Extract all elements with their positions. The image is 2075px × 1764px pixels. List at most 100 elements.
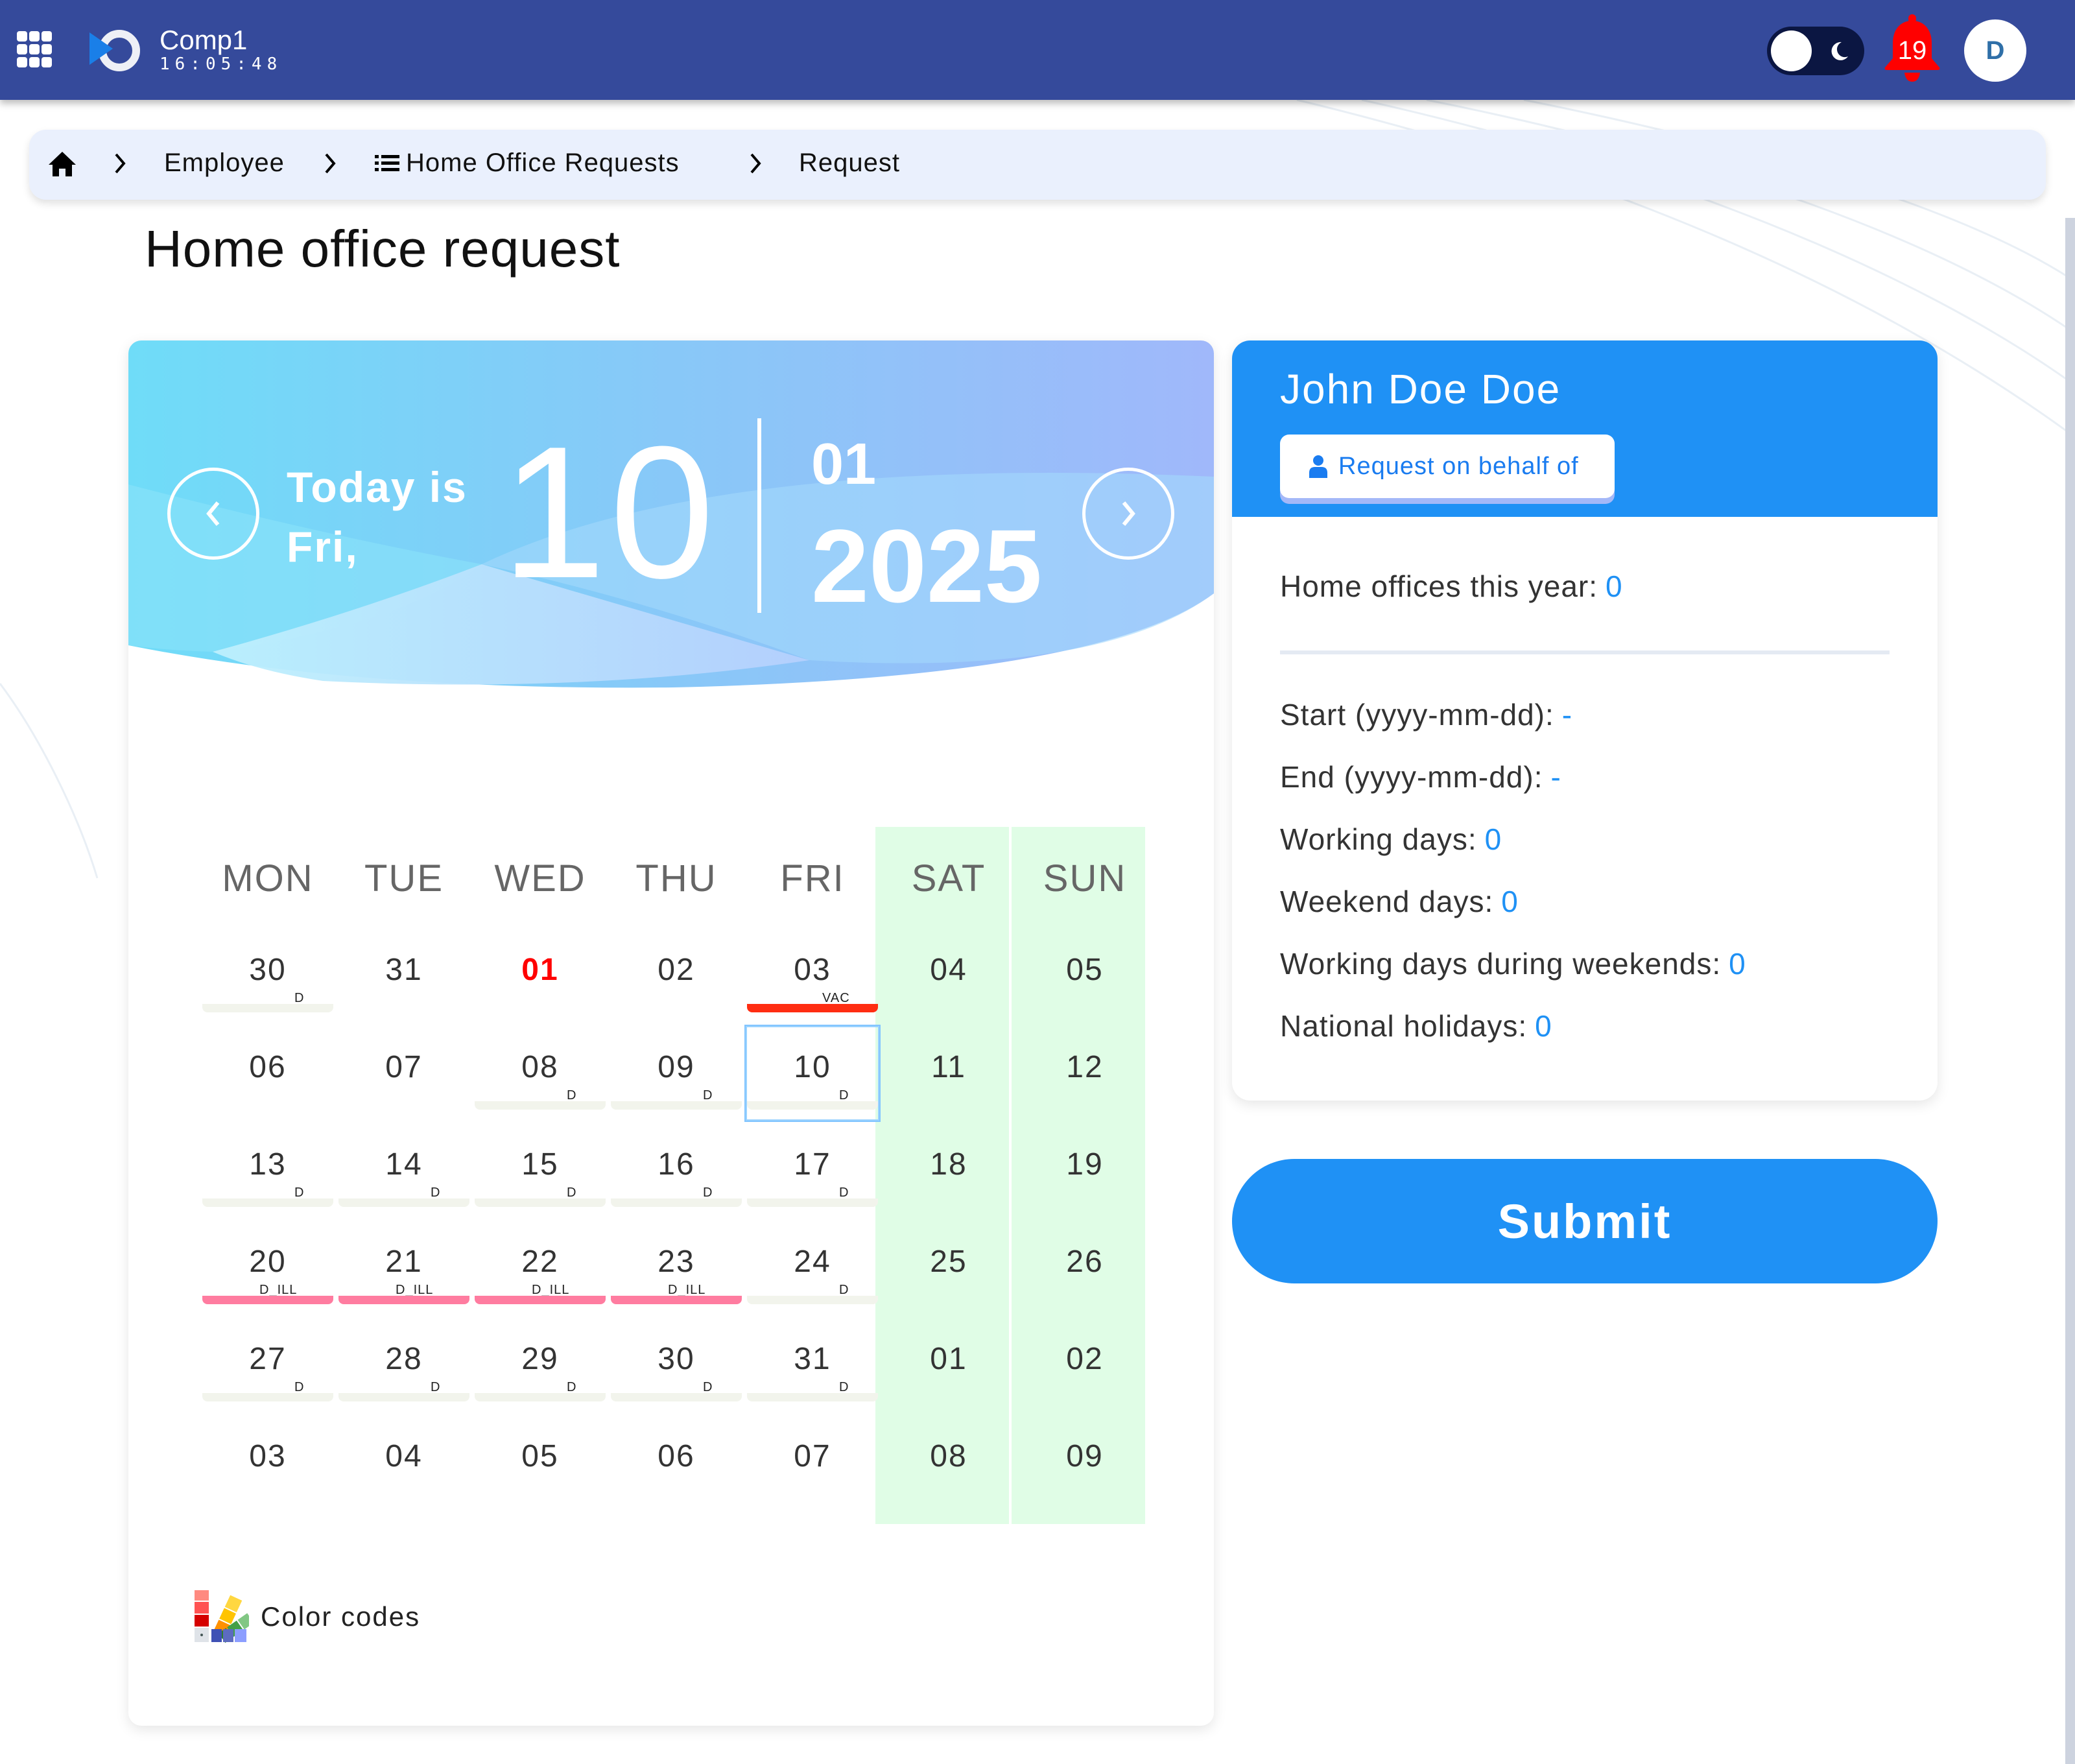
calendar-day[interactable]: 06 bbox=[200, 1025, 336, 1122]
employee-name: John Doe Doe bbox=[1280, 366, 1561, 412]
request-on-behalf-button[interactable]: Request on behalf of bbox=[1280, 435, 1615, 498]
day-number: 28 bbox=[385, 1342, 423, 1376]
day-number: 12 bbox=[1066, 1050, 1104, 1084]
breadcrumb: Employee Home Office Requests Request bbox=[29, 130, 2046, 200]
theme-toggle[interactable] bbox=[1767, 27, 1864, 75]
previous-month-button[interactable] bbox=[167, 468, 259, 560]
calendar-day[interactable]: 30 D bbox=[608, 1317, 744, 1414]
day-status-bar bbox=[202, 1198, 333, 1207]
day-number: 23 bbox=[658, 1245, 695, 1279]
weekday-thu: THU bbox=[635, 857, 717, 900]
calendar-day-weekend[interactable]: 08 bbox=[881, 1414, 1017, 1511]
calendar-day[interactable]: 07 bbox=[336, 1025, 472, 1122]
calendar-day[interactable]: 06 bbox=[608, 1414, 744, 1511]
page-scrollbar[interactable] bbox=[2065, 218, 2075, 1764]
calendar-day[interactable]: 03 bbox=[200, 1414, 336, 1511]
calendar-day[interactable]: 21 D_ILL bbox=[336, 1219, 472, 1317]
calendar-day[interactable]: 10 D bbox=[744, 1025, 881, 1122]
day-status-bar bbox=[338, 1393, 469, 1401]
calendar-day-weekend[interactable]: 09 bbox=[1017, 1414, 1153, 1511]
calendar-day[interactable]: 31 bbox=[336, 927, 472, 1025]
calendar-day[interactable]: 15 D bbox=[472, 1122, 608, 1219]
calendar-day-weekend[interactable]: 19 bbox=[1017, 1122, 1153, 1219]
calendar-day-weekend[interactable]: 18 bbox=[881, 1122, 1017, 1219]
calendar-day[interactable]: 04 bbox=[336, 1414, 472, 1511]
day-number: 01 bbox=[521, 953, 559, 987]
calendar-day-weekend[interactable]: 11 bbox=[881, 1025, 1017, 1122]
day-number: 09 bbox=[658, 1050, 695, 1084]
calendar-day[interactable]: 24 D bbox=[744, 1219, 881, 1317]
chevron-right-icon bbox=[750, 153, 761, 174]
top-bar: Comp1 16:05:48 19 D bbox=[0, 0, 2075, 100]
day-status-bar bbox=[202, 1004, 333, 1012]
day-number: 10 bbox=[794, 1050, 831, 1084]
calendar-card: Today is Fri, 10 01 2025 MON TUE WED THU… bbox=[128, 340, 1214, 1726]
stat-national-holidays: National holidays: 0 bbox=[1280, 1008, 1552, 1043]
stat-end-date: End (yyyy-mm-dd): - bbox=[1280, 759, 1561, 794]
apps-grid-icon[interactable] bbox=[17, 31, 52, 69]
stat-value: 0 bbox=[1729, 947, 1746, 981]
calendar-day[interactable]: 09 D bbox=[608, 1025, 744, 1122]
calendar-day[interactable]: 31 D bbox=[744, 1317, 881, 1414]
day-number: 03 bbox=[249, 1439, 287, 1473]
calendar-day[interactable]: 03 VAC bbox=[744, 927, 881, 1025]
calendar-day-weekend[interactable]: 05 bbox=[1017, 927, 1153, 1025]
submit-button[interactable]: Submit bbox=[1232, 1159, 1938, 1283]
calendar-day-weekend[interactable]: 12 bbox=[1017, 1025, 1153, 1122]
calendar-day[interactable]: 17 D bbox=[744, 1122, 881, 1219]
breadcrumb-label: Home Office Requests bbox=[406, 149, 680, 177]
calendar-day[interactable]: 27 D bbox=[200, 1317, 336, 1414]
calendar-day[interactable]: 01 bbox=[472, 927, 608, 1025]
user-icon bbox=[1309, 455, 1327, 478]
calendar-day[interactable]: 20 D_ILL bbox=[200, 1219, 336, 1317]
day-status-bar bbox=[611, 1101, 742, 1110]
stat-value: 0 bbox=[1606, 569, 1623, 603]
day-number: 01 bbox=[930, 1342, 967, 1376]
day-status-bar bbox=[338, 1296, 469, 1304]
day-number: 09 bbox=[1066, 1439, 1104, 1473]
calendar-day[interactable]: 28 D bbox=[336, 1317, 472, 1414]
calendar-day[interactable]: 05 bbox=[472, 1414, 608, 1511]
calendar-day[interactable]: 13 D bbox=[200, 1122, 336, 1219]
day-number: 19 bbox=[1066, 1147, 1104, 1182]
calendar-day[interactable]: 08 D bbox=[472, 1025, 608, 1122]
day-number: 31 bbox=[385, 953, 423, 987]
next-month-button[interactable] bbox=[1082, 468, 1174, 560]
day-status-bar bbox=[202, 1393, 333, 1401]
day-number: 06 bbox=[249, 1050, 287, 1084]
stat-label: National holidays: bbox=[1280, 1009, 1528, 1043]
day-number: 05 bbox=[521, 1439, 559, 1473]
day-number: 08 bbox=[521, 1050, 559, 1084]
request-on-behalf-label: Request on behalf of bbox=[1338, 452, 1579, 480]
stat-start-date: Start (yyyy-mm-dd): - bbox=[1280, 697, 1572, 732]
avatar[interactable]: D bbox=[1964, 19, 2026, 82]
day-number: 05 bbox=[1066, 953, 1104, 987]
day-status-bar bbox=[475, 1101, 606, 1110]
calendar-day[interactable]: 14 D bbox=[336, 1122, 472, 1219]
day-number: 25 bbox=[930, 1245, 967, 1279]
breadcrumb-home-office-requests[interactable]: Home Office Requests bbox=[375, 149, 680, 178]
color-codes-button[interactable]: Color codes bbox=[193, 1589, 420, 1645]
calendar-day-weekend[interactable]: 01 bbox=[881, 1317, 1017, 1414]
stat-value: 0 bbox=[1501, 885, 1519, 918]
day-number: 21 bbox=[385, 1245, 423, 1279]
day-number: 07 bbox=[385, 1050, 423, 1084]
calendar-day[interactable]: 29 D bbox=[472, 1317, 608, 1414]
day-status-bar bbox=[747, 1101, 878, 1110]
calendar-day[interactable]: 16 D bbox=[608, 1122, 744, 1219]
calendar-day[interactable]: 02 bbox=[608, 927, 744, 1025]
breadcrumb-request: Request bbox=[799, 149, 900, 177]
calendar-day-weekend[interactable]: 25 bbox=[881, 1219, 1017, 1317]
breadcrumb-employee[interactable]: Employee bbox=[164, 149, 285, 178]
day-status-bar bbox=[475, 1393, 606, 1401]
calendar-day-weekend[interactable]: 26 bbox=[1017, 1219, 1153, 1317]
calendar-day[interactable]: 07 bbox=[744, 1414, 881, 1511]
home-icon[interactable] bbox=[47, 149, 77, 179]
calendar-day[interactable]: 30 D bbox=[200, 927, 336, 1025]
calendar-day-weekend[interactable]: 04 bbox=[881, 927, 1017, 1025]
calendar-day[interactable]: 22 D_ILL bbox=[472, 1219, 608, 1317]
weekday-sun: SUN bbox=[1043, 857, 1127, 900]
calendar-day[interactable]: 23 D_ILL bbox=[608, 1219, 744, 1317]
calendar-day-weekend[interactable]: 02 bbox=[1017, 1317, 1153, 1414]
stat-value: - bbox=[1561, 698, 1573, 732]
